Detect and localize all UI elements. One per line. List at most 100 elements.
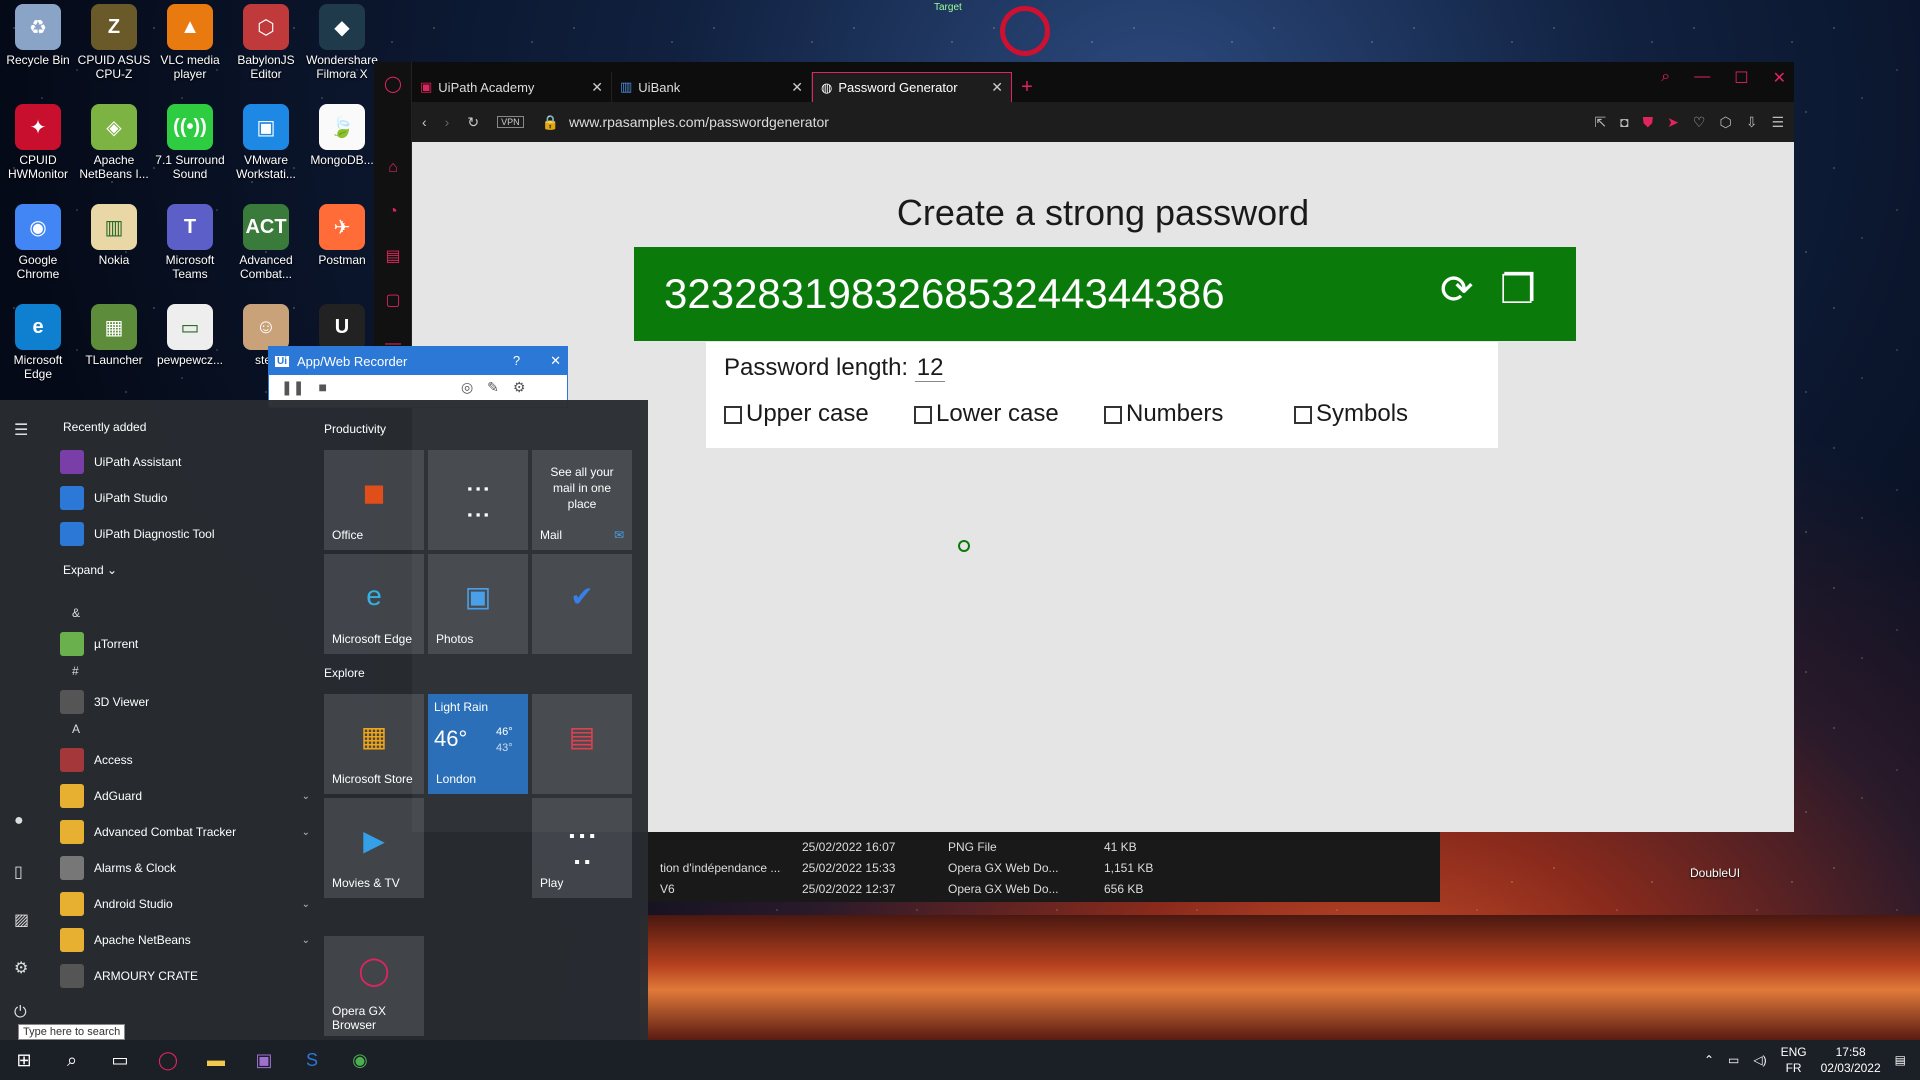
chevron-down-icon[interactable]: ⌄ [302, 899, 310, 910]
vmware-desktop-shortcut[interactable]: ▣ VMware Workstati... [228, 104, 304, 204]
search-icon[interactable]: ⌕ [48, 1040, 96, 1080]
heart-icon[interactable]: ♡ [1693, 114, 1706, 131]
tab-password-generator[interactable]: ◍ Password Generator ✕ [812, 72, 1012, 102]
letter-header[interactable]: & [72, 606, 80, 620]
stop-icon[interactable]: ■ [318, 379, 326, 396]
checkbox-lower[interactable]: Lower case [914, 400, 1059, 428]
volume-icon[interactable]: ◁) [1753, 1053, 1766, 1067]
chevron-up-icon[interactable]: ⌃ [1704, 1053, 1714, 1067]
windows-start-icon[interactable]: ⊞ [0, 1040, 48, 1080]
mail-tile[interactable]: See all your mail in one place Mail ✉ [532, 450, 632, 550]
movies-tile[interactable]: ▶ Movies & TV [324, 798, 424, 898]
doubleui-desktop-icon[interactable]: DoubleUI [1690, 866, 1740, 880]
search-tabs-icon[interactable]: ⌕ [1661, 68, 1670, 88]
send-icon[interactable]: ➤ [1667, 114, 1679, 131]
close-tab-icon[interactable]: ✕ [991, 79, 1003, 96]
netbeans-desktop-shortcut[interactable]: ◈ Apache NetBeans I... [76, 104, 152, 204]
refresh-icon[interactable]: ⟳ [1440, 267, 1474, 313]
start-app-item[interactable]: 3D Viewer [60, 685, 310, 719]
checkbox-numbers[interactable]: Numbers [1104, 400, 1223, 428]
mongodb-desktop-shortcut[interactable]: 🍃 MongoDB... [304, 104, 380, 204]
office-tile[interactable]: ◼ Office [324, 450, 424, 550]
start-app-item[interactable]: Advanced Combat Tracker ⌄ [60, 815, 310, 849]
bag-icon[interactable]: ▤ [374, 234, 412, 278]
hamburger-icon[interactable]: ☰ [14, 420, 28, 440]
close-window-icon[interactable]: ✕ [1773, 68, 1786, 88]
checkbox[interactable] [1104, 405, 1122, 424]
babylon-desktop-shortcut[interactable]: ⬡ BabylonJS Editor [228, 4, 304, 104]
start-app-item[interactable]: AdGuard ⌄ [60, 779, 310, 813]
uipath-assistant-icon[interactable]: ▣ [240, 1040, 288, 1080]
news-tile[interactable]: ▤ [532, 694, 632, 794]
start-app-item[interactable]: Access [60, 743, 310, 777]
office-apps-tile[interactable]: ▪ ▪ ▪ ▪ ▪ ▪ [428, 450, 528, 550]
uipath-studio-icon[interactable]: S [288, 1040, 336, 1080]
edit-icon[interactable]: ✎ [487, 379, 499, 396]
length-input[interactable]: 12 [914, 354, 946, 382]
file-explorer-icon[interactable]: ▬ [192, 1040, 240, 1080]
vpn-badge[interactable]: VPN [497, 116, 524, 128]
chevron-down-icon[interactable]: ⌄ [302, 827, 310, 838]
checkbox-upper[interactable]: Upper case [724, 400, 869, 428]
postman-desktop-shortcut[interactable]: ✈ Postman [304, 204, 380, 304]
maximize-icon[interactable]: ☐ [1734, 68, 1748, 88]
download-icon[interactable]: ⇩ [1746, 114, 1758, 131]
teams-desktop-shortcut[interactable]: T Microsoft Teams [152, 204, 228, 304]
start-app-item[interactable]: µTorrent [60, 627, 310, 661]
tab-uibank[interactable]: ▥ UiBank ✕ [612, 72, 812, 102]
filmora-desktop-shortcut[interactable]: ◆ Wondershare Filmora X [304, 4, 380, 104]
checkbox[interactable] [914, 405, 932, 424]
expand-button[interactable]: Expand ⌄ [63, 563, 117, 577]
close-button[interactable]: ✕ [550, 353, 561, 369]
close-tab-icon[interactable]: ✕ [791, 79, 803, 96]
minimize-icon[interactable]: — [1694, 68, 1710, 88]
chevron-down-icon[interactable]: ⌄ [302, 935, 310, 946]
chrome-desktop-shortcut[interactable]: ◉ Google Chrome [0, 204, 76, 304]
opera-taskbar-icon[interactable]: ◯ [144, 1040, 192, 1080]
act-desktop-shortcut[interactable]: ACT Advanced Combat... [228, 204, 304, 304]
close-tab-icon[interactable]: ✕ [591, 79, 603, 96]
task-view-icon[interactable]: ▭ [96, 1040, 144, 1080]
forward-icon[interactable]: › [445, 114, 450, 130]
language-indicator[interactable]: ENG FR [1781, 1044, 1807, 1076]
shield-icon[interactable]: ⛊ [1643, 114, 1654, 131]
gx-control-icon[interactable]: ⌂ [374, 146, 412, 190]
chevron-down-icon[interactable]: ⌄ [302, 791, 310, 802]
back-icon[interactable]: ‹ [422, 114, 427, 130]
speed-limiter-icon[interactable]: ◔ [374, 190, 412, 234]
chrome-taskbar-icon[interactable]: ◉ [336, 1040, 384, 1080]
twitch-icon[interactable]: ▢ [374, 278, 412, 322]
nokia-desktop-shortcut[interactable]: ▥ Nokia [76, 204, 152, 304]
settings-icon[interactable]: ⚙ [513, 379, 526, 396]
pictures-icon[interactable]: ▨ [14, 910, 29, 930]
start-app-item[interactable]: UiPath Diagnostic Tool [60, 517, 310, 551]
hwmonitor-desktop-shortcut[interactable]: ✦ CPUID HWMonitor [0, 104, 76, 204]
clock[interactable]: 17:58 02/03/2022 [1821, 1044, 1881, 1076]
surround-desktop-shortcut[interactable]: ((•)) 7.1 Surround Sound [152, 104, 228, 204]
share-icon[interactable]: ⇱ [1594, 114, 1606, 131]
start-app-item[interactable]: Apache NetBeans ⌄ [60, 923, 310, 957]
camera-icon[interactable]: ◘ [1620, 114, 1628, 131]
settings-icon[interactable]: ⚙ [14, 958, 28, 978]
photos-tile[interactable]: ▣ Photos [428, 554, 528, 654]
vlc-desktop-shortcut[interactable]: ▲ VLC media player [152, 4, 228, 104]
target-icon[interactable]: ◎ [461, 379, 473, 396]
tab-uipath-academy[interactable]: ▣ UiPath Academy ✕ [412, 72, 612, 102]
start-app-item[interactable]: ARMOURY CRATE [60, 959, 310, 993]
notifications-icon[interactable]: ▤ [1895, 1053, 1906, 1067]
checkbox-symbols[interactable]: Symbols [1294, 400, 1408, 428]
tlauncher-desktop-shortcut[interactable]: ▦ TLauncher [76, 304, 152, 404]
store-tile[interactable]: ▦ Microsoft Store [324, 694, 424, 794]
weather-tile[interactable]: Light Rain 46° 46° 43° London [428, 694, 528, 794]
documents-icon[interactable]: ▯ [14, 862, 23, 882]
start-app-item[interactable]: Android Studio ⌄ [60, 887, 310, 921]
edge-desktop-shortcut[interactable]: e Microsoft Edge [0, 304, 76, 404]
letter-header[interactable]: # [72, 664, 79, 678]
network-icon[interactable]: ▭ [1728, 1053, 1739, 1067]
recycle-bin-desktop-shortcut[interactable]: ♻ Recycle Bin [0, 4, 76, 104]
checkbox[interactable] [724, 405, 742, 424]
opera-menu-icon[interactable]: ◯ [374, 62, 412, 106]
cpuz-desktop-shortcut[interactable]: Z CPUID ASUS CPU-Z [76, 4, 152, 104]
letter-header[interactable]: A [72, 722, 80, 736]
opera-tile[interactable]: ◯ Opera GX Browser [324, 936, 424, 1036]
